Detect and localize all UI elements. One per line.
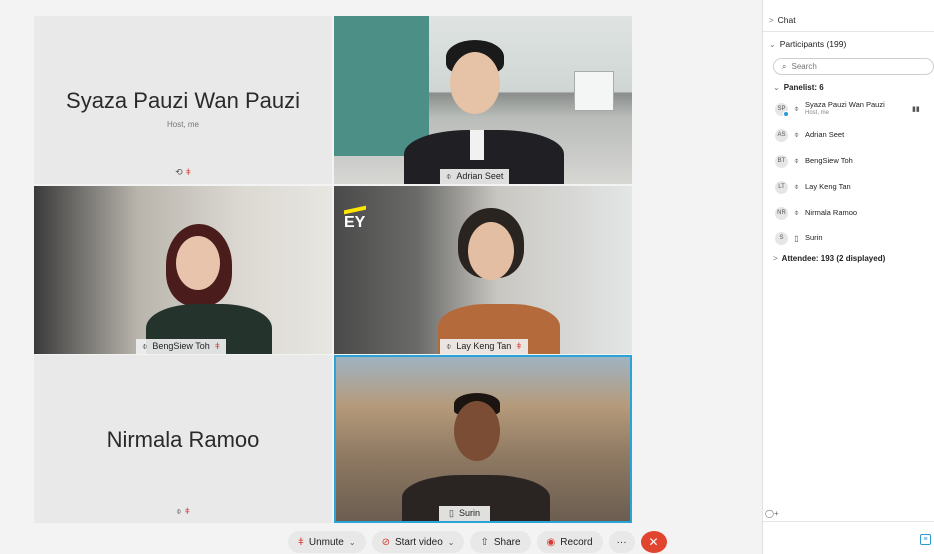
divider <box>763 521 934 522</box>
search-icon: ⌕ <box>782 61 787 71</box>
mic-muted-icon: ǂ <box>184 506 190 516</box>
participant-row[interactable]: NR ⌽ Nirmala Ramoo <box>775 204 857 222</box>
participant-video-person <box>434 208 564 354</box>
mic-muted-icon: ǂ <box>516 341 522 351</box>
more-options-button[interactable]: ··· <box>608 531 635 553</box>
panelist-group-header[interactable]: ⌄ Panelist: 6 <box>773 83 824 92</box>
end-call-button[interactable]: ✕ <box>640 531 667 553</box>
avatar: BT <box>775 154 788 168</box>
start-video-button[interactable]: ⊘ Start video ⌄ <box>371 531 465 553</box>
connection-icon: ⟲ <box>175 167 183 177</box>
participant-name-large: Nirmala Ramoo <box>106 427 260 452</box>
mic-muted-icon: ǂ <box>214 341 221 351</box>
participant-row[interactable]: SP ⌽ Syaza Pauzi Wan Pauzi Host, me ▮▮ <box>775 100 920 118</box>
avatar: LT <box>775 180 788 194</box>
avatar: NR <box>775 206 788 220</box>
mic-icon: ⌽ <box>176 506 182 516</box>
mic-icon: ⌽ <box>794 182 799 191</box>
search-input[interactable] <box>791 62 912 71</box>
video-tile-surin[interactable]: ▯ Surin <box>334 355 632 523</box>
chevron-down-icon: ⌄ <box>773 83 780 92</box>
share-icon: ⇧ <box>480 536 489 548</box>
participant-name-tag: ▯ Surin <box>439 506 490 521</box>
participant-row[interactable]: BT ⌽ BengSiew Toh <box>775 152 853 170</box>
participant-row[interactable]: LT ⌽ Lay Keng Tan <box>775 178 851 196</box>
panel-toggle-icon[interactable]: ≡ <box>920 534 931 545</box>
phone-icon: ▯ <box>449 508 454 518</box>
chat-section-header[interactable]: > Chat <box>769 15 796 25</box>
video-background <box>574 71 614 111</box>
attendee-group-header[interactable]: > Attendee: 193 (2 displayed) <box>773 254 885 263</box>
add-participant-icon[interactable]: ◯+ <box>765 509 779 518</box>
participant-video-person <box>144 224 274 354</box>
chevron-down-icon[interactable]: ⌄ <box>448 538 455 547</box>
mic-icon: ⌽ <box>794 104 799 113</box>
meeting-controls-toolbar: ǂ Unmute ⌄ ⊘ Start video ⌄ ⇧ Share ◉ Rec… <box>288 530 667 554</box>
video-tile-host[interactable]: Syaza Pauzi Wan Pauzi Host, me ⟲ ǂ <box>34 16 332 184</box>
unmute-button[interactable]: ǂ Unmute ⌄ <box>288 531 366 553</box>
participant-name-tag: ⌽ BengSiew Toh ǂ <box>136 339 227 354</box>
share-button[interactable]: ⇧ Share <box>470 531 531 553</box>
tile-status-icons: ⟲ ǂ <box>34 167 332 178</box>
avatar: SP <box>775 102 789 117</box>
video-tile-adrian[interactable]: ⌽ Adrian Seet <box>334 16 632 184</box>
divider <box>763 31 934 32</box>
mic-muted-icon: ǂ <box>298 536 304 548</box>
ey-logo: EY <box>344 205 366 232</box>
avatar: S <box>775 231 788 245</box>
record-button[interactable]: ◉ Record <box>536 531 603 553</box>
video-off-icon: ⊘ <box>381 536 390 548</box>
participant-name-tag: ⌽ Adrian Seet <box>440 169 510 184</box>
participants-panel: >Chat ⌄Participants (199) ⌕ ⌄Panelist: 6… <box>763 0 934 554</box>
participant-search[interactable]: ⌕ <box>773 58 934 75</box>
chevron-right-icon: > <box>769 16 774 25</box>
video-tile-bengsiew[interactable]: ⌽ BengSiew Toh ǂ <box>34 186 332 354</box>
video-stage: Syaza Pauzi Wan Pauzi Host, me ⟲ ǂ ⌽ Adria… <box>0 0 762 554</box>
mic-icon: ⌽ <box>142 341 148 351</box>
participant-video-person <box>396 389 556 521</box>
mic-icon: ⌽ <box>794 156 799 165</box>
avatar: AS <box>775 128 788 142</box>
mic-icon: ⌽ <box>446 171 452 181</box>
mic-icon: ⌽ <box>794 208 799 217</box>
participant-row[interactable]: AS ⌽ Adrian Seet <box>775 126 844 144</box>
chevron-down-icon: ⌄ <box>769 40 776 49</box>
participant-name-tag: ⌽ Lay Keng Tan ǂ <box>440 339 528 354</box>
tile-status-icons: ⌽ ǂ <box>34 506 332 517</box>
participant-role: Host, me <box>166 120 199 129</box>
record-icon: ◉ <box>546 536 556 548</box>
phone-icon: ▯ <box>794 233 799 243</box>
chevron-down-icon[interactable]: ⌄ <box>349 538 356 547</box>
mic-muted-icon: ǂ <box>185 167 191 177</box>
mic-icon: ⌽ <box>446 341 452 351</box>
connection-signal-icon: ▮▮ <box>912 106 920 113</box>
participant-video-person <box>404 38 564 184</box>
video-tile-nirmala[interactable]: Nirmala Ramoo ⌽ ǂ <box>34 355 332 523</box>
participant-row[interactable]: S ▯ Surin <box>775 229 823 247</box>
participants-section-header[interactable]: ⌄ Participants (199) <box>769 39 846 49</box>
mic-icon: ⌽ <box>794 130 799 139</box>
chevron-right-icon: > <box>773 254 778 263</box>
video-grid: Syaza Pauzi Wan Pauzi Host, me ⟲ ǂ ⌽ Adria… <box>34 16 634 523</box>
participant-name-large: Syaza Pauzi Wan Pauzi <box>66 88 300 113</box>
video-tile-laykeng[interactable]: EY ⌽ Lay Keng Tan ǂ <box>334 186 632 354</box>
